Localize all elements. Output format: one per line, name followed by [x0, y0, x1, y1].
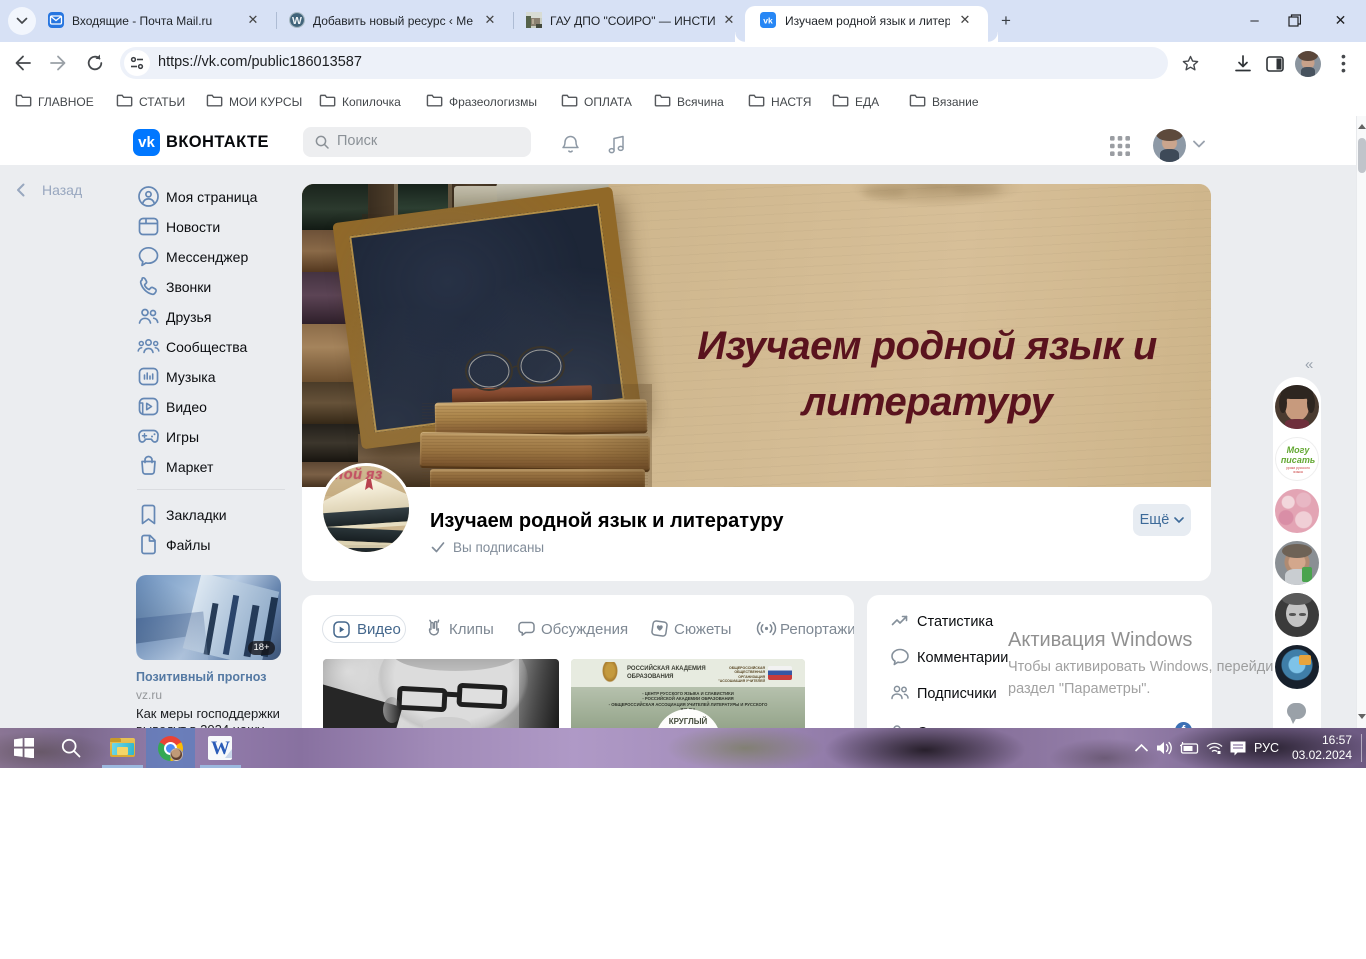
- svg-text:W: W: [292, 15, 302, 27]
- svg-text:vk: vk: [763, 16, 773, 26]
